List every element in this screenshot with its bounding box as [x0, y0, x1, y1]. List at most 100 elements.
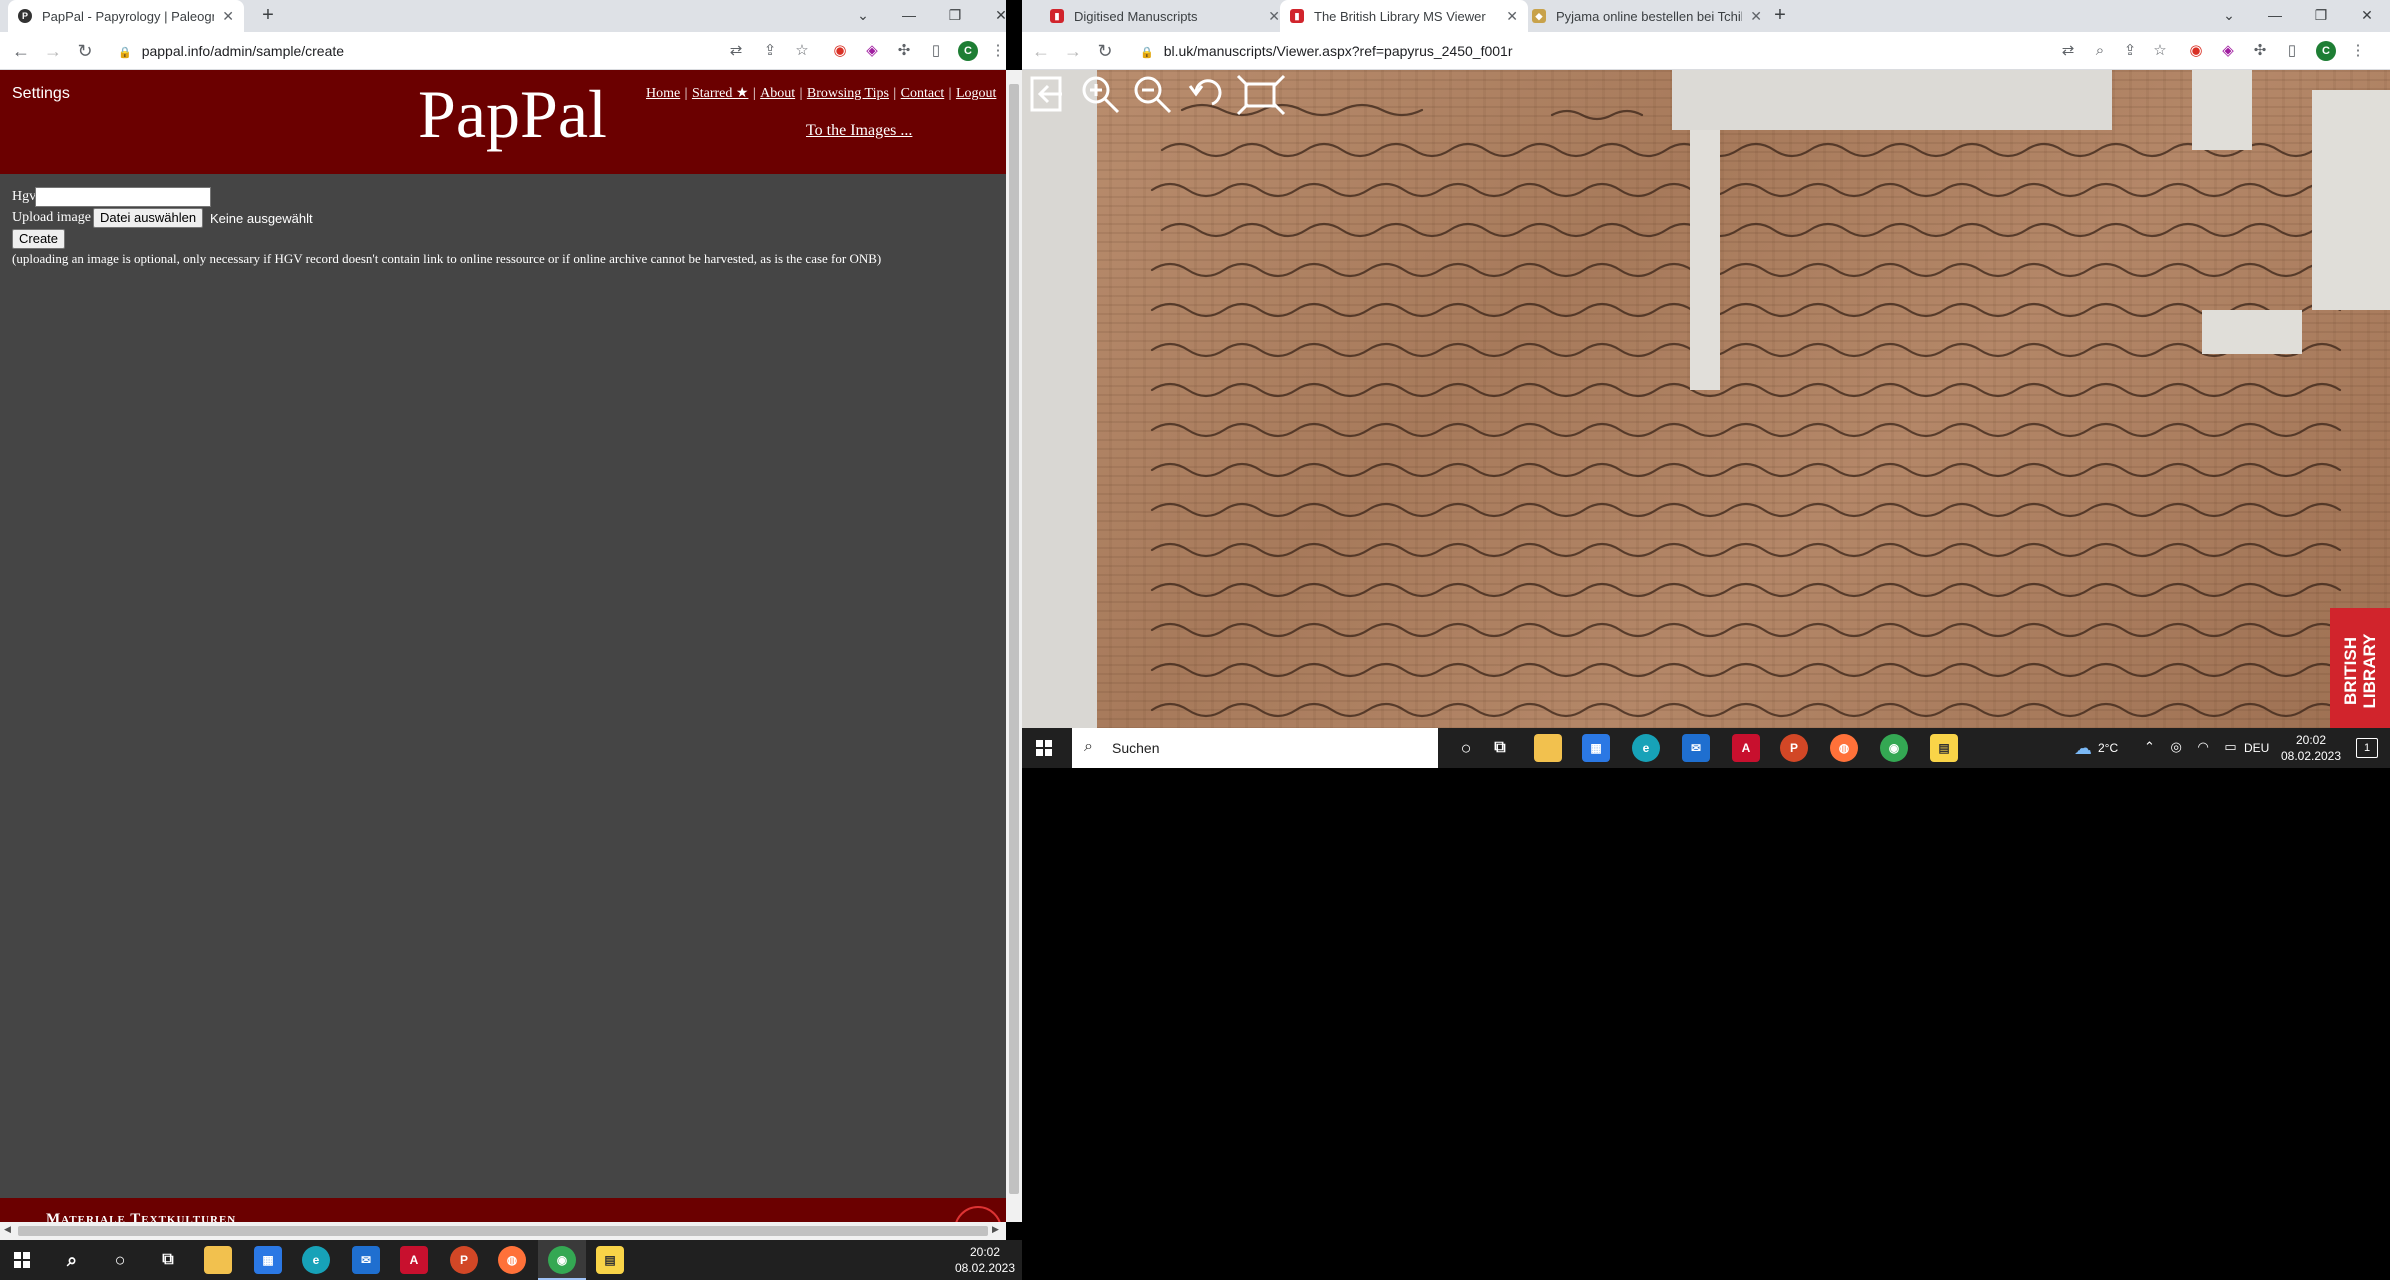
taskbar-clock[interactable]: 20:02 08.02.2023 [2276, 732, 2346, 764]
pappal-logo[interactable]: PapPal [418, 74, 607, 154]
mail-icon[interactable]: ✉ [352, 1246, 380, 1274]
new-tab-button[interactable]: + [1768, 4, 1792, 28]
menu-icon[interactable]: ⋮ [988, 41, 1008, 61]
share-icon[interactable]: ⇪ [760, 41, 780, 61]
search-icon[interactable]: ⌕ [58, 1246, 86, 1274]
sticky-notes-icon[interactable]: ▤ [1930, 734, 1958, 762]
edge-icon[interactable]: e [302, 1246, 330, 1274]
extensions-puzzle-icon[interactable]: ✣ [894, 41, 914, 61]
create-button[interactable]: Create [12, 229, 66, 249]
back-icon[interactable]: ← [1030, 40, 1052, 62]
close-tab-icon[interactable]: ✕ [1506, 8, 1518, 25]
store-icon[interactable]: ▦ [1582, 734, 1610, 762]
extension-red-icon[interactable]: ◉ [2186, 41, 2206, 61]
powerpoint-icon[interactable]: P [1780, 734, 1808, 762]
close-window-icon[interactable]: ✕ [2344, 0, 2390, 32]
fullscreen-icon[interactable] [1234, 72, 1290, 116]
task-view-icon[interactable]: ⧉ [1486, 734, 1514, 762]
hgv-input[interactable] [35, 187, 211, 207]
nav-logout[interactable]: Logout [956, 86, 996, 101]
zoom-in-icon[interactable] [1078, 72, 1122, 116]
address-bar[interactable]: 🔒 pappal.info/admin/sample/create [118, 37, 718, 65]
tab-tchibo[interactable]: ◆ Pyjama online bestellen bei Tchibo ✕ [1522, 0, 1772, 32]
scroll-left-arrow[interactable]: ◀ [4, 1224, 11, 1235]
new-tab-button[interactable]: + [256, 4, 280, 28]
vertical-scroll-thumb[interactable] [1009, 84, 1019, 1194]
horizontal-scrollbar[interactable]: ◀ ▶ [0, 1222, 1006, 1240]
nav-about[interactable]: About [760, 86, 795, 101]
task-view-icon[interactable]: ⧉ [154, 1246, 182, 1274]
taskbar-search-box[interactable]: ⌕ Suchen [1072, 728, 1438, 768]
store-icon[interactable]: ▦ [254, 1246, 282, 1274]
vertical-scrollbar[interactable] [1006, 70, 1022, 1222]
nav-starred[interactable]: Starred ★ [692, 86, 748, 101]
firefox-icon[interactable]: ◍ [498, 1246, 526, 1274]
edge-icon[interactable]: e [1632, 734, 1660, 762]
restore-icon[interactable]: ❐ [2298, 0, 2344, 32]
british-library-badge[interactable]: BRITISH LIBRARY [2330, 608, 2390, 728]
menu-icon[interactable]: ⋮ [2348, 41, 2368, 61]
reload-icon[interactable]: ↻ [1094, 40, 1116, 62]
reload-icon[interactable]: ↻ [74, 40, 96, 62]
tray-icons[interactable]: ⌃ ◎ ◠ ▭ [2144, 739, 2243, 755]
language-indicator[interactable]: DEU [2244, 741, 2269, 755]
restore-icon[interactable]: ❐ [932, 0, 978, 32]
profile-avatar[interactable]: C [2316, 41, 2336, 61]
chrome-icon[interactable]: ◉ [1880, 734, 1908, 762]
extension-red-icon[interactable]: ◉ [830, 41, 850, 61]
powerpoint-icon[interactable]: P [450, 1246, 478, 1274]
acrobat-icon[interactable]: A [400, 1246, 428, 1274]
minimize-icon[interactable]: — [2252, 0, 2298, 32]
papyrus-image[interactable] [1092, 70, 2390, 728]
weather-icon[interactable]: ☁ [2074, 738, 2092, 759]
zoom-out-icon[interactable] [1130, 72, 1174, 116]
sidepanel-icon[interactable]: ▯ [926, 41, 946, 61]
file-explorer-icon[interactable] [1534, 734, 1562, 762]
nav-browsing-tips[interactable]: Browsing Tips [807, 86, 889, 101]
sidepanel-icon[interactable]: ▯ [2282, 41, 2302, 61]
bookmark-star-icon[interactable]: ☆ [2150, 41, 2170, 61]
close-tab-icon[interactable]: ✕ [1750, 8, 1762, 25]
nav-home[interactable]: Home [646, 86, 680, 101]
tab-bl-ms-viewer[interactable]: ▮ The British Library MS Viewer ✕ [1280, 0, 1528, 32]
close-tab-icon[interactable]: ✕ [1268, 8, 1280, 25]
rotate-icon[interactable] [1182, 72, 1226, 116]
to-images-link[interactable]: To the Images ... [806, 122, 912, 139]
close-tab-icon[interactable]: ✕ [222, 8, 234, 25]
start-button[interactable] [1036, 740, 1052, 756]
cortana-icon[interactable]: ○ [1452, 734, 1480, 762]
share-icon[interactable]: ⇪ [2120, 41, 2140, 61]
zoom-icon[interactable]: ⌕ [2090, 41, 2110, 61]
forward-icon[interactable]: → [1062, 40, 1084, 62]
scroll-right-arrow[interactable]: ▶ [992, 1224, 999, 1235]
tab-search-icon[interactable]: ⌄ [840, 0, 886, 32]
settings-link[interactable]: Settings [12, 85, 70, 103]
translate-icon[interactable]: ⇄ [726, 41, 746, 61]
nav-contact[interactable]: Contact [901, 86, 945, 101]
tab-digitised-manuscripts[interactable]: ▮ Digitised Manuscripts ✕ [1040, 0, 1290, 32]
forward-icon[interactable]: → [42, 40, 64, 62]
notification-icon[interactable]: 1 [2356, 738, 2378, 758]
mail-icon[interactable]: ✉ [1682, 734, 1710, 762]
address-bar[interactable]: 🔒 bl.uk/manuscripts/Viewer.aspx?ref=papyr… [1140, 37, 1940, 65]
tab-pappal[interactable]: P PapPal - Papyrology | Paleography ✕ [8, 0, 244, 32]
back-icon[interactable]: ← [10, 40, 32, 62]
main-taskbar-clock[interactable]: 20:02 08.02.2023 [948, 1244, 1022, 1276]
minimize-icon[interactable]: — [886, 0, 932, 32]
sticky-notes-icon[interactable]: ▤ [596, 1246, 624, 1274]
close-window-icon[interactable]: ✕ [978, 0, 1024, 32]
extensions-puzzle-icon[interactable]: ✣ [2250, 41, 2270, 61]
acrobat-icon[interactable]: A [1732, 734, 1760, 762]
exit-icon[interactable] [1026, 72, 1070, 116]
chrome-icon[interactable]: ◉ [548, 1246, 576, 1274]
extension-ublock-icon[interactable]: ◈ [2218, 41, 2238, 61]
horizontal-scroll-thumb[interactable] [18, 1226, 988, 1236]
start-button[interactable] [14, 1252, 30, 1268]
tab-search-icon[interactable]: ⌄ [2206, 0, 2252, 32]
manuscript-viewer[interactable]: BRITISH LIBRARY [1022, 70, 2390, 728]
translate-icon[interactable]: ⇄ [2058, 41, 2078, 61]
firefox-icon[interactable]: ◍ [1830, 734, 1858, 762]
bookmark-star-icon[interactable]: ☆ [792, 41, 812, 61]
file-explorer-icon[interactable] [204, 1246, 232, 1274]
choose-file-button[interactable]: Datei auswählen [93, 208, 204, 228]
